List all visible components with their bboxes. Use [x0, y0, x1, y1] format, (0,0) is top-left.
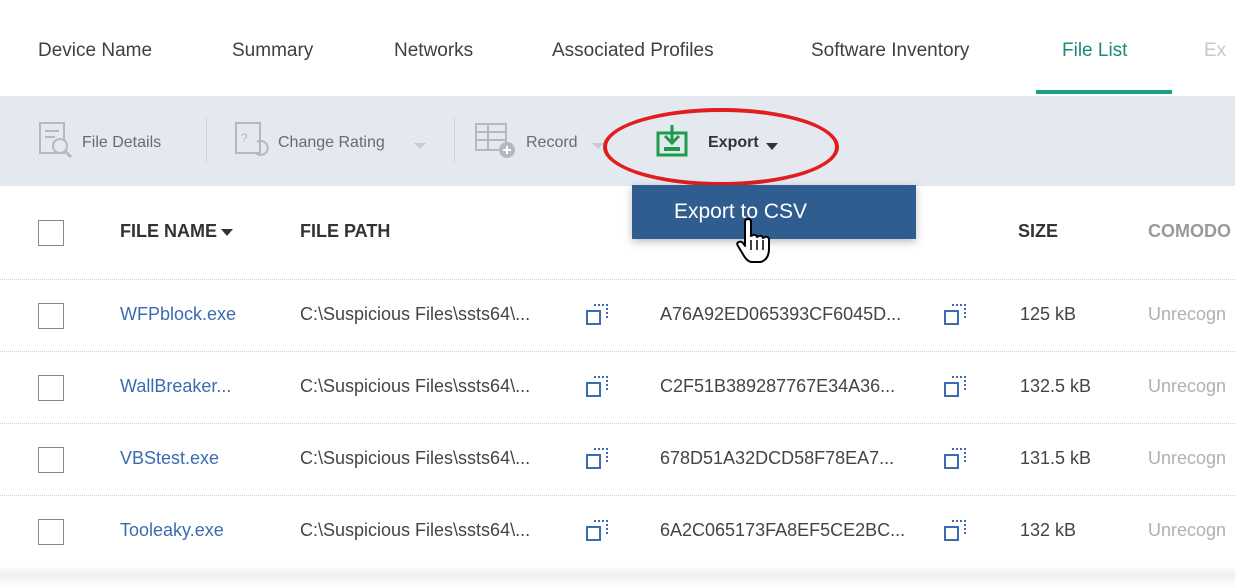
file-hash: 6A2C065173FA8EF5CE2BC...: [660, 520, 906, 540]
file-name-link[interactable]: WFPblock.exe: [120, 304, 236, 325]
highlight-ellipse: [603, 108, 839, 186]
select-all-checkbox[interactable]: [38, 220, 64, 246]
tab-bar: Device Name Summary Networks Associated …: [0, 0, 1235, 95]
hand-cursor-icon: [736, 218, 770, 263]
tab-export-partial[interactable]: Ex: [1204, 40, 1226, 62]
file-hash: A76A92ED065393CF6045D...: [660, 304, 902, 324]
row-checkbox[interactable]: [38, 375, 64, 401]
file-name-link[interactable]: WallBreaker...: [120, 376, 231, 397]
record-button[interactable]: Record: [474, 96, 604, 186]
tab-device-name[interactable]: Device Name: [38, 40, 152, 62]
file-name-link[interactable]: VBStest.exe: [120, 448, 219, 469]
file-details-button[interactable]: File Details: [30, 96, 200, 186]
row-checkbox[interactable]: [38, 303, 64, 329]
column-header-file-name[interactable]: FILE NAME: [120, 221, 233, 242]
tab-software-inventory[interactable]: Software Inventory: [811, 40, 969, 62]
copy-icon[interactable]: [942, 374, 968, 400]
tab-networks[interactable]: Networks: [394, 40, 473, 62]
change-rating-icon: ?: [235, 122, 269, 156]
file-rating: Unrecogn: [1148, 448, 1227, 468]
change-rating-caret-icon: [414, 143, 426, 149]
file-size: 125 kB: [1020, 304, 1077, 324]
tab-associated-profiles[interactable]: Associated Profiles: [552, 40, 714, 62]
table-row[interactable]: WallBreaker... C:\Suspicious Files\ssts6…: [0, 351, 1235, 423]
change-rating-button[interactable]: ? Change Rating: [226, 96, 436, 186]
file-rating: Unrecogn: [1148, 304, 1227, 324]
change-rating-label: Change Rating: [278, 134, 385, 151]
export-dropdown-menu: Export to CSV: [632, 185, 916, 239]
active-tab-indicator: [1036, 90, 1172, 94]
file-path: C:\Suspicious Files\ssts64\...: [300, 304, 531, 324]
file-details-label: File Details: [82, 134, 162, 151]
file-size: 132.5 kB: [1020, 376, 1092, 396]
copy-icon[interactable]: [942, 518, 968, 544]
table-row[interactable]: VBStest.exe C:\Suspicious Files\ssts64\.…: [0, 423, 1235, 495]
table-row[interactable]: WFPblock.exe C:\Suspicious Files\ssts64\…: [0, 279, 1235, 351]
row-checkbox[interactable]: [38, 447, 64, 473]
toolbar-divider: [454, 118, 455, 162]
tab-summary[interactable]: Summary: [232, 40, 313, 62]
column-header-comodo[interactable]: COMODO: [1148, 221, 1231, 242]
copy-icon[interactable]: [942, 302, 968, 328]
record-icon: [475, 123, 515, 158]
copy-icon[interactable]: [584, 518, 610, 544]
sort-caret-icon: [221, 228, 233, 236]
file-rating: Unrecogn: [1148, 376, 1227, 396]
toolbar-divider: [206, 118, 207, 162]
file-hash: 678D51A32DCD58F78EA7...: [660, 448, 895, 468]
record-label: Record: [526, 134, 578, 151]
table-row[interactable]: Tooleaky.exe C:\Suspicious Files\ssts64\…: [0, 495, 1235, 567]
row-checkbox[interactable]: [38, 519, 64, 545]
file-name-link[interactable]: Tooleaky.exe: [120, 520, 224, 541]
file-size: 131.5 kB: [1020, 448, 1092, 468]
tab-file-list[interactable]: File List: [1062, 40, 1127, 62]
file-path: C:\Suspicious Files\ssts64\...: [300, 520, 531, 540]
file-details-icon: [39, 122, 73, 159]
copy-icon[interactable]: [584, 446, 610, 472]
file-path: C:\Suspicious Files\ssts64\...: [300, 376, 531, 396]
torn-bottom-edge: [0, 566, 1235, 588]
column-header-size[interactable]: SIZE: [1018, 221, 1058, 242]
copy-icon[interactable]: [584, 302, 610, 328]
copy-icon[interactable]: [942, 446, 968, 472]
file-rating: Unrecogn: [1148, 520, 1227, 540]
file-size: 132 kB: [1020, 520, 1077, 540]
file-hash: C2F51B389287767E34A36...: [660, 376, 896, 396]
svg-text:?: ?: [241, 131, 248, 145]
file-path: C:\Suspicious Files\ssts64\...: [300, 448, 531, 468]
copy-icon[interactable]: [584, 374, 610, 400]
table-header: FILE NAME FILE PATH SIZE COMODO: [0, 186, 1235, 278]
column-header-file-path[interactable]: FILE PATH: [300, 221, 390, 242]
